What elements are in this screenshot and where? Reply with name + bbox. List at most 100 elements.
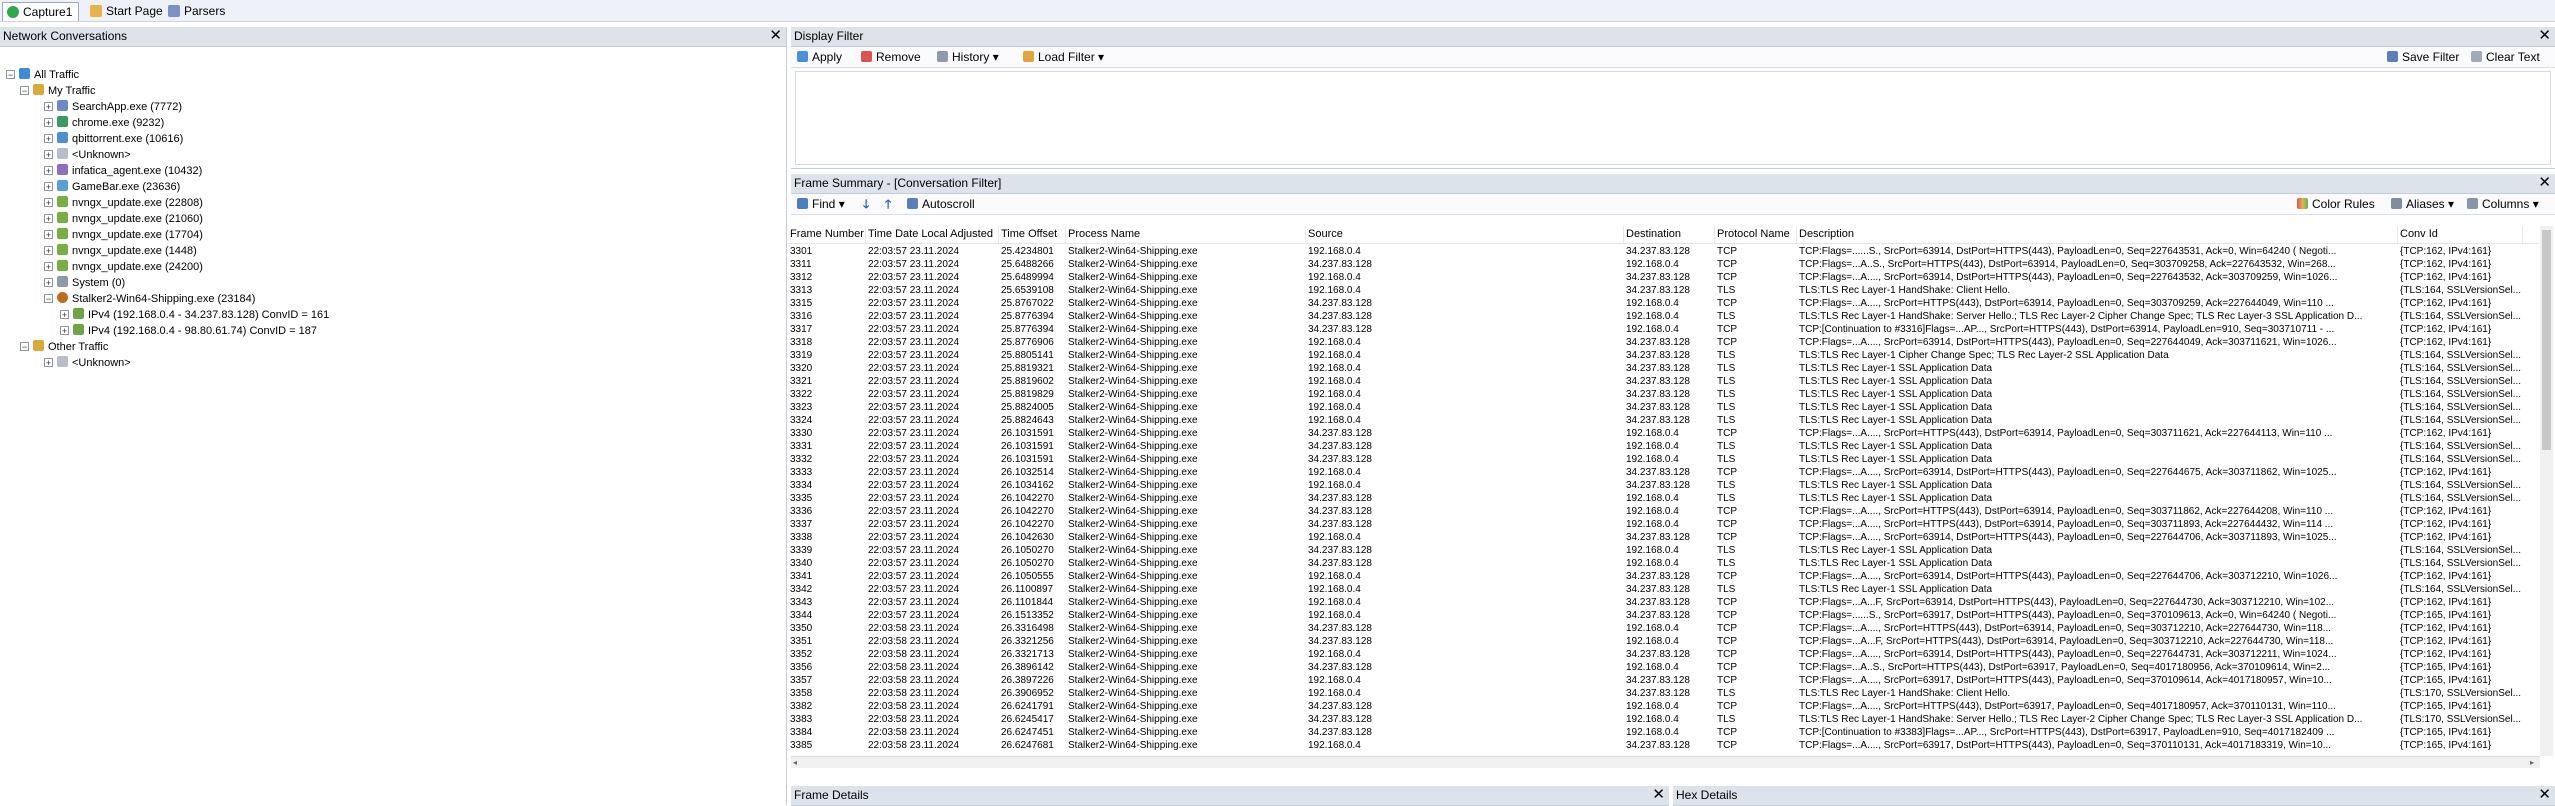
table-row[interactable]: 3320 22:03:57 23.11.2024 25.8819321 Stalker… [788, 362, 2538, 375]
color-rules-button[interactable]: Color Rules [2297, 196, 2375, 212]
table-row[interactable]: 3343 22:03:57 23.11.2024 26.1101844 Stalker… [788, 596, 2538, 609]
remove-button[interactable]: Remove [861, 49, 921, 65]
table-row[interactable]: 3342 22:03:57 23.11.2024 26.1100897 Stalker… [788, 583, 2538, 596]
column-header[interactable]: Conv Id [2398, 226, 2523, 243]
table-row[interactable]: 3341 22:03:57 23.11.2024 26.1050555 Stalker… [788, 570, 2538, 583]
expand-icon[interactable]: + [60, 310, 69, 320]
table-row[interactable]: 3358 22:03:58 23.11.2024 26.3906952 Stalker… [788, 687, 2538, 700]
autoscroll-button[interactable]: Autoscroll [907, 196, 975, 212]
column-header[interactable]: Source [1306, 226, 1624, 243]
tree-node-process[interactable]: + qbittorrent.exe (10616) [44, 131, 183, 147]
column-header[interactable]: Time Date Local Adjusted [866, 226, 999, 243]
filter-text-area[interactable] [795, 71, 2551, 165]
table-row[interactable]: 3356 22:03:58 23.11.2024 26.3896142 Stalker… [788, 661, 2538, 674]
column-header[interactable]: Destination [1624, 226, 1715, 243]
collapse-icon[interactable]: − [20, 86, 29, 96]
expand-icon[interactable]: + [44, 198, 53, 208]
tree-node-conversation[interactable]: + IPv4 (192.168.0.4 - 34.237.83.128) Conv… [60, 307, 329, 323]
table-row[interactable]: 3333 22:03:57 23.11.2024 26.1032514 Stalker… [788, 466, 2538, 479]
tree-node-process[interactable]: + nvngx_update.exe (24200) [44, 259, 203, 275]
horizontal-scrollbar[interactable]: ◂ ▸ [791, 756, 2540, 768]
scroll-up-icon[interactable]: 🡑 [885, 196, 891, 212]
expand-icon[interactable]: + [60, 326, 69, 336]
table-row[interactable]: 3350 22:03:58 23.11.2024 26.3316498 Stalker… [788, 622, 2538, 635]
aliases-button[interactable]: Aliases ▾ [2391, 196, 2454, 212]
table-row[interactable]: 3338 22:03:57 23.11.2024 26.1042630 Stalker… [788, 531, 2538, 544]
clear-text-button[interactable]: Clear Text [2471, 49, 2540, 65]
table-row[interactable]: 3301 22:03:57 23.11.2024 25.4234801 Stalker… [788, 245, 2538, 258]
tree-node-stalker2[interactable]: − Stalker2-Win64-Shipping.exe (23184) [44, 291, 255, 307]
tree-node-other-unknown[interactable]: + <Unknown> [44, 355, 131, 371]
tab-parsers[interactable]: Parsers [164, 2, 231, 20]
tree-node-process[interactable]: + System (0) [44, 275, 125, 291]
apply-button[interactable]: Apply [797, 49, 842, 65]
tree-node-process[interactable]: + infatica_agent.exe (10432) [44, 163, 202, 179]
table-row[interactable]: 3340 22:03:57 23.11.2024 26.1050270 Stalker… [788, 557, 2538, 570]
tree-node-my-traffic[interactable]: − My Traffic [20, 83, 95, 99]
tab-capture1[interactable]: Capture1 [2, 2, 80, 21]
table-row[interactable]: 3352 22:03:58 23.11.2024 26.3321713 Stalker… [788, 648, 2538, 661]
table-row[interactable]: 3330 22:03:57 23.11.2024 26.1031591 Stalker… [788, 427, 2538, 440]
scroll-right-icon[interactable]: ▸ [2530, 759, 2538, 767]
table-row[interactable]: 3313 22:03:57 23.11.2024 25.6539108 Stalker… [788, 284, 2538, 297]
expand-icon[interactable]: + [44, 150, 53, 160]
table-row[interactable]: 3317 22:03:57 23.11.2024 25.8776394 Stalker… [788, 323, 2538, 336]
table-row[interactable]: 3344 22:03:57 23.11.2024 26.1513352 Stalker… [788, 609, 2538, 622]
table-row[interactable]: 3319 22:03:57 23.11.2024 25.8805141 Stalker… [788, 349, 2538, 362]
close-icon[interactable]: ✕ [2538, 174, 2551, 192]
tree-node-process[interactable]: + nvngx_update.exe (17704) [44, 227, 203, 243]
collapse-icon[interactable]: − [44, 294, 53, 304]
column-header[interactable]: Protocol Name [1715, 226, 1797, 243]
close-icon[interactable]: ✕ [1652, 786, 1665, 804]
scrollbar-thumb[interactable] [2542, 230, 2551, 450]
expand-icon[interactable]: + [44, 182, 53, 192]
table-row[interactable]: 3382 22:03:58 23.11.2024 26.6241791 Stalker… [788, 700, 2538, 713]
table-row[interactable]: 3315 22:03:57 23.11.2024 25.8767022 Stalker… [788, 297, 2538, 310]
expand-icon[interactable]: + [44, 118, 53, 128]
expand-icon[interactable]: + [44, 102, 53, 112]
table-row[interactable]: 3351 22:03:58 23.11.2024 26.3321256 Stalker… [788, 635, 2538, 648]
table-row[interactable]: 3332 22:03:57 23.11.2024 26.1031591 Stalker… [788, 453, 2538, 466]
tree-node-all-traffic[interactable]: − All Traffic [6, 67, 79, 83]
collapse-icon[interactable]: − [20, 342, 29, 352]
tab-start-page[interactable]: Start Page [86, 2, 169, 20]
tree-node-process[interactable]: + nvngx_update.exe (21060) [44, 211, 203, 227]
table-row[interactable]: 3337 22:03:57 23.11.2024 26.1042270 Stalker… [788, 518, 2538, 531]
table-row[interactable]: 3318 22:03:57 23.11.2024 25.8776906 Stalker… [788, 336, 2538, 349]
close-icon[interactable]: ✕ [769, 27, 782, 45]
scroll-left-icon[interactable]: ◂ [793, 759, 801, 767]
table-row[interactable]: 3316 22:03:57 23.11.2024 25.8776394 Stalker… [788, 310, 2538, 323]
expand-icon[interactable]: + [44, 246, 53, 256]
table-row[interactable]: 3331 22:03:57 23.11.2024 26.1031591 Stalker… [788, 440, 2538, 453]
tree-node-other-traffic[interactable]: − Other Traffic [20, 339, 108, 355]
columns-button[interactable]: Columns ▾ [2467, 196, 2539, 212]
column-header[interactable]: Process Name [1066, 226, 1306, 243]
expand-icon[interactable]: + [44, 230, 53, 240]
column-header[interactable]: Frame Number [788, 226, 866, 243]
table-row[interactable]: 3357 22:03:58 23.11.2024 26.3897226 Stalker… [788, 674, 2538, 687]
table-row[interactable]: 3383 22:03:58 23.11.2024 26.6245417 Stalker… [788, 713, 2538, 726]
table-row[interactable]: 3336 22:03:57 23.11.2024 26.1042270 Stalker… [788, 505, 2538, 518]
expand-icon[interactable]: + [44, 358, 53, 368]
expand-icon[interactable]: + [44, 134, 53, 144]
close-icon[interactable]: ✕ [2538, 786, 2551, 804]
table-row[interactable]: 3322 22:03:57 23.11.2024 25.8819829 Stalker… [788, 388, 2538, 401]
table-row[interactable]: 3385 22:03:58 23.11.2024 26.6247681 Stalker… [788, 739, 2538, 752]
load-filter-button[interactable]: Load Filter ▾ [1023, 49, 1104, 65]
table-row[interactable]: 3311 22:03:57 23.11.2024 25.6488266 Stalker… [788, 258, 2538, 271]
tree-node-process[interactable]: + GameBar.exe (23636) [44, 179, 180, 195]
column-header[interactable]: Time Offset [999, 226, 1066, 243]
expand-icon[interactable]: + [44, 166, 53, 176]
scroll-down-icon[interactable]: 🡓 [863, 196, 869, 212]
tree-node-process[interactable]: + nvngx_update.exe (22808) [44, 195, 203, 211]
table-row[interactable]: 3384 22:03:58 23.11.2024 26.6247451 Stalker… [788, 726, 2538, 739]
collapse-icon[interactable]: − [6, 70, 15, 80]
expand-icon[interactable]: + [44, 262, 53, 272]
expand-icon[interactable]: + [44, 278, 53, 288]
tree-node-process[interactable]: + chrome.exe (9232) [44, 115, 164, 131]
table-row[interactable]: 3321 22:03:57 23.11.2024 25.8819602 Stalker… [788, 375, 2538, 388]
table-row[interactable]: 3339 22:03:57 23.11.2024 26.1050270 Stalker… [788, 544, 2538, 557]
tree-node-process[interactable]: + <Unknown> [44, 147, 131, 163]
table-row[interactable]: 3334 22:03:57 23.11.2024 26.1034162 Stalker… [788, 479, 2538, 492]
save-filter-button[interactable]: Save Filter [2387, 49, 2459, 65]
